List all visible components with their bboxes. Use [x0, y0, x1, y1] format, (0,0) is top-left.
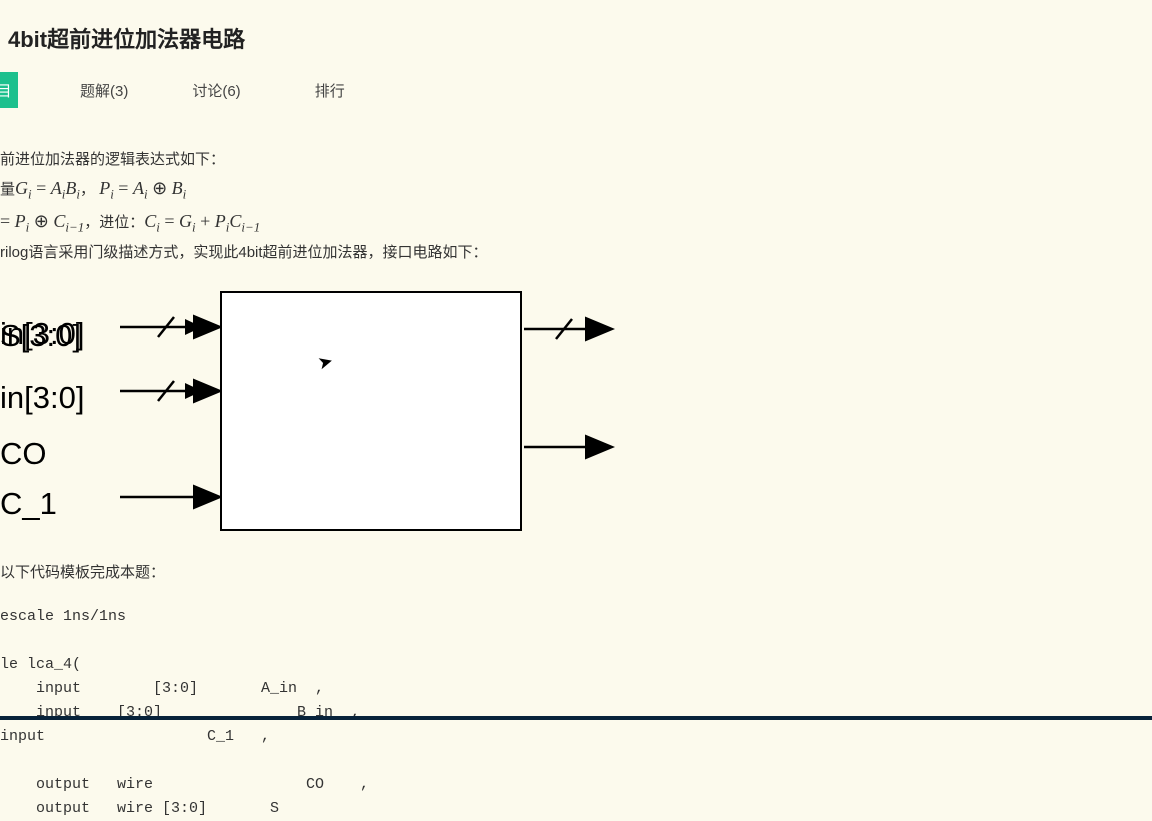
l2-comma: ， — [80, 181, 95, 198]
l2-P: P — [99, 178, 110, 198]
port-bin: in[3:0] — [0, 373, 84, 423]
l2-oplus: ⊕ — [148, 178, 172, 198]
circuit-diagram: in[3:0] in[3:0] C_1 S[3:0] CO — [0, 283, 790, 543]
l3-pre: = — [0, 211, 15, 231]
port-c1: C_1 — [0, 479, 57, 529]
desc-line-2: 量Gi = AiBi， Pi = Ai ⊕ Bi — [0, 174, 1152, 205]
l3-eq: = — [160, 211, 179, 231]
port-s: S[3:0] — [0, 311, 81, 361]
l2-G: G — [15, 178, 28, 198]
l3-Cim1: C — [229, 211, 241, 231]
desc-line-4: rilog语言采用门级描述方式，实现此4bit超前进位加法器，接口电路如下： — [0, 241, 1152, 265]
l3-mid: ，进位： — [84, 214, 144, 231]
l3-P: P — [15, 211, 26, 231]
code-template: escale 1ns/1ns le lca_4( input [3:0] A_i… — [0, 605, 1152, 821]
l3-Pi: P — [215, 211, 226, 231]
l2-eq1: = — [32, 178, 51, 198]
tab-rank[interactable]: 排行 — [293, 72, 367, 108]
port-co: CO — [0, 429, 47, 479]
l3-plus: + — [196, 211, 215, 231]
tab-bar: 目 题解(3) 讨论(6) 排行 — [0, 72, 1152, 108]
bottom-bar — [0, 716, 1152, 720]
problem-body: 前进位加法器的逻辑表达式如下： 量Gi = AiBi， Pi = Ai ⊕ Bi… — [0, 108, 1152, 821]
l2-prefix: 量 — [0, 181, 15, 198]
tab-description[interactable]: 目 — [0, 72, 18, 108]
l2-A: A — [51, 178, 62, 198]
desc-line-1: 前进位加法器的逻辑表达式如下： — [0, 148, 1152, 172]
l2-B: B — [65, 178, 76, 198]
l3-C1: C — [53, 211, 65, 231]
desc-line-3: = Pi ⊕ Ci−1，进位：Ci = Gi + PiCi−1 — [0, 207, 1152, 238]
l2-eq2: = — [114, 178, 133, 198]
l2-B2: B — [172, 178, 183, 198]
template-note: 以下代码模板完成本题： — [0, 561, 1152, 585]
tab-discuss[interactable]: 讨论(6) — [170, 72, 262, 108]
l2-A2: A — [133, 178, 144, 198]
page-title: 4bit超前进位加法器电路 — [0, 0, 1152, 64]
module-box — [220, 291, 522, 531]
tab-solutions[interactable]: 题解(3) — [58, 72, 150, 108]
l3-oplus: ⊕ — [29, 211, 53, 231]
l3-Gi: G — [179, 211, 192, 231]
l3-Ci: C — [144, 211, 156, 231]
